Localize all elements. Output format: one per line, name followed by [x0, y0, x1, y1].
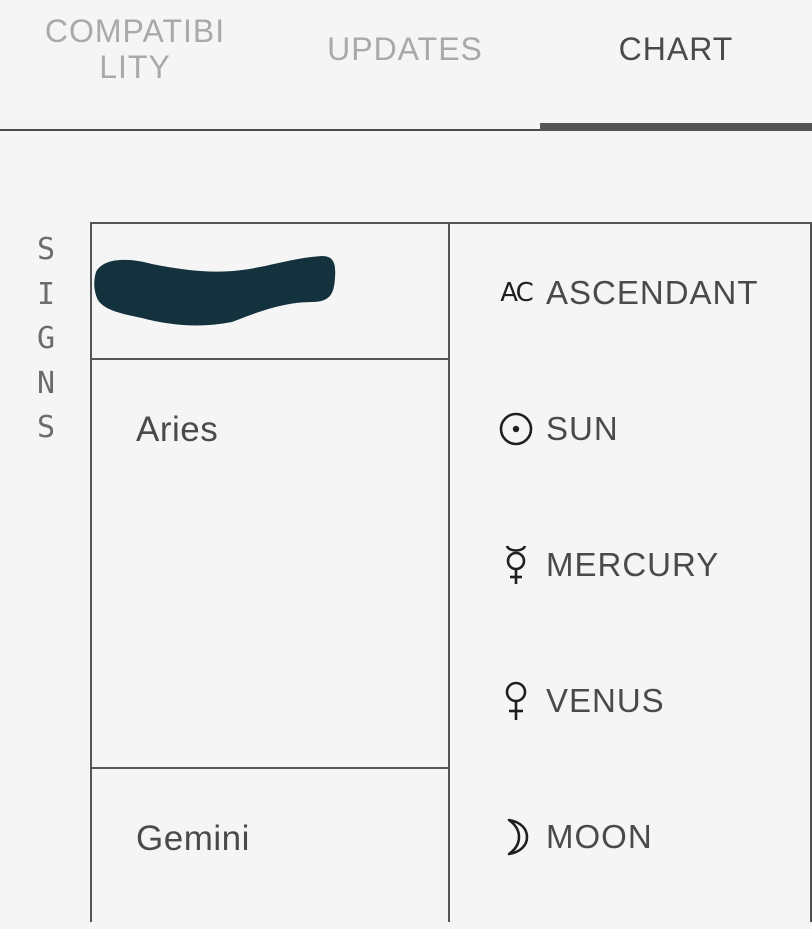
tab-updates[interactable]: UPDATES [270, 0, 540, 114]
signs-vertical-label: S I G N S [30, 228, 62, 451]
signs-label-letter: G [36, 321, 56, 356]
planet-item-ascendant[interactable]: AC ASCENDANT [498, 268, 759, 318]
planet-item-mercury[interactable]: MERCURY [498, 540, 719, 590]
active-tab-indicator [540, 123, 812, 131]
tab-compatibility[interactable]: COMPATIBI LITY [0, 0, 270, 114]
sun-icon [498, 409, 534, 449]
redaction-mark [94, 256, 336, 326]
mercury-icon [498, 545, 534, 585]
sign-name: Aries [136, 410, 219, 449]
tab-chart[interactable]: CHART [540, 0, 812, 114]
tab-chart-label: CHART [618, 31, 734, 67]
planet-item-moon[interactable]: MOON [498, 812, 653, 862]
signs-column: Aries Gemini [90, 222, 450, 922]
sign-name: Gemini [136, 819, 250, 858]
venus-icon [498, 681, 534, 721]
planet-label: ASCENDANT [546, 274, 759, 311]
signs-label-letter: S [36, 410, 56, 445]
planet-item-sun[interactable]: SUN [498, 404, 619, 454]
signs-label-letter: S [36, 232, 56, 267]
planet-label: SUN [546, 410, 619, 447]
sign-cell-redacted[interactable] [92, 224, 448, 360]
planet-item-venus[interactable]: VENUS [498, 676, 665, 726]
tab-compatibility-label-line1: COMPATIBI [44, 13, 226, 49]
planet-label: MERCURY [546, 546, 720, 583]
tab-compatibility-label-line2: LITY [99, 49, 171, 85]
signs-label-letter: I [36, 276, 56, 312]
signs-label-letter: N [36, 365, 56, 401]
planet-label: VENUS [546, 682, 665, 719]
planets-column: AC ASCENDANT SUN MERCURY VENUS MOON [450, 222, 812, 922]
sign-cell-aries[interactable]: Aries [92, 360, 448, 769]
sign-cell-gemini[interactable]: Gemini [92, 769, 448, 929]
moon-icon [498, 817, 534, 857]
tab-updates-label: UPDATES [327, 31, 483, 67]
planet-label: MOON [546, 818, 653, 855]
tab-bar: COMPATIBI LITY UPDATES CHART [0, 0, 812, 131]
ascendant-icon: AC [500, 278, 533, 308]
